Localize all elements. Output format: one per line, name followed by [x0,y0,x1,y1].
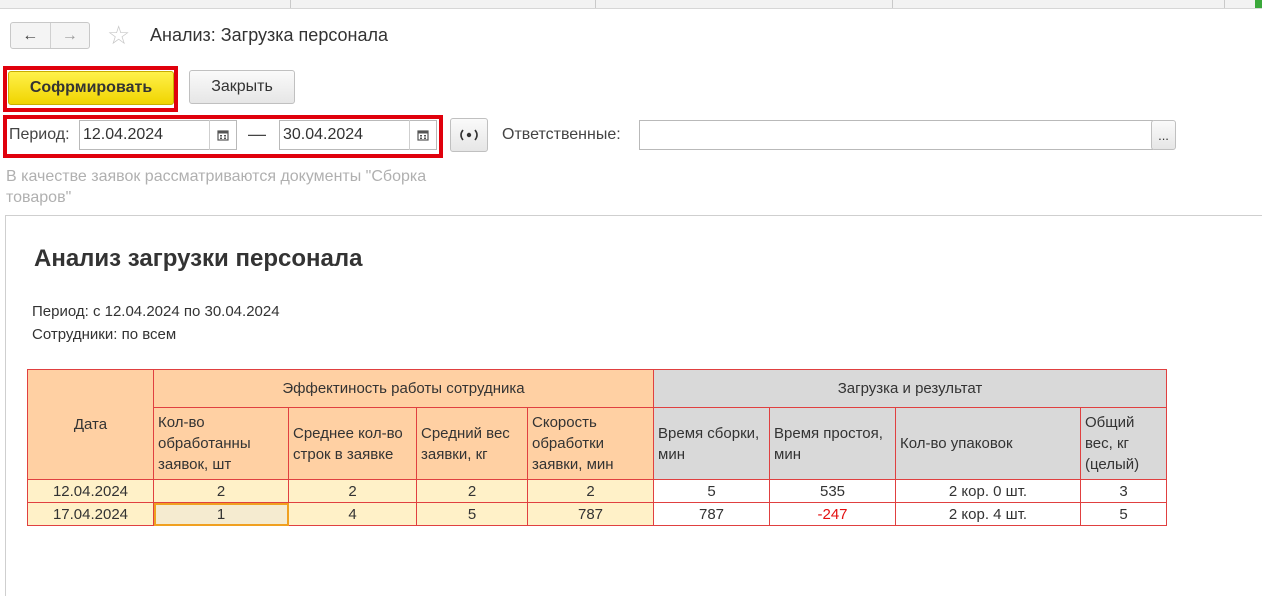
table-cell[interactable]: 535 [769,479,896,503]
window-title: Анализ: Загрузка персонала [150,25,389,45]
tab-indicator [1255,0,1262,8]
responsible-choose-button[interactable]: ... [1151,120,1176,150]
date-from-field[interactable]: 12.04.2024 [79,120,237,150]
table-cell[interactable]: 5 [1080,502,1167,526]
period-select-icon [460,129,478,141]
table-cell[interactable]: 2 кор. 0 шт. [895,479,1081,503]
table-row: 17.04.2024 1 4 5 787 787 -247 2 кор. 4 ш… [27,502,1167,526]
history-navigation: ← → [10,22,90,49]
responsible-field[interactable] [639,120,1153,150]
table-cell[interactable]: 787 [653,502,770,526]
column-header: Средний вес заявки, кг [416,407,528,480]
column-header: Общий вес, кг (целый) [1080,407,1167,480]
favorite-star-icon[interactable]: ☆ [107,20,130,50]
date-header: Дата [27,369,154,480]
responsible-label: Ответственные: [502,126,621,143]
report-table: Дата Эффектиность работы сотрудника Загр… [27,369,1167,526]
table-cell[interactable]: 2 [153,479,289,503]
table-cell[interactable]: 4 [288,502,417,526]
period-label: Период: [9,126,70,143]
column-header: Время сборки, мин [653,407,770,480]
close-button[interactable]: Закрыть [189,70,295,104]
table-cell[interactable]: 5 [416,502,528,526]
period-dash: — [248,124,266,144]
date-to-field[interactable]: 30.04.2024 [279,120,437,150]
date-to-value: 30.04.2024 [283,126,364,143]
date-cell[interactable]: 17.04.2024 [27,502,154,526]
date-cell[interactable]: 12.04.2024 [27,479,154,503]
table-cell[interactable]: 2 [416,479,528,503]
column-header: Скорость обработки заявки, мин [527,407,654,480]
table-cell[interactable]: 787 [527,502,654,526]
forward-arrow-icon[interactable]: → [49,23,90,48]
tab-separator [892,0,893,8]
column-header: Время простоя, мин [769,407,896,480]
table-cell[interactable]: 5 [653,479,770,503]
table-cell[interactable]: 3 [1080,479,1167,503]
negative-value-cell[interactable]: -247 [769,502,896,526]
table-cell[interactable]: 2 кор. 4 шт. [895,502,1081,526]
tab-separator [290,0,291,8]
calendar-icon[interactable] [409,120,436,150]
calendar-icon[interactable] [209,120,236,150]
tab-separator [595,0,596,8]
report-title: Анализ загрузки персонала [34,245,363,272]
generate-button[interactable]: Софрмировать [8,71,174,105]
report-employees-line: Сотрудники: по всем [32,326,177,343]
table-row: 12.04.2024 2 2 2 2 5 535 2 кор. 0 шт. 3 [27,479,1167,503]
period-settings-button[interactable] [450,118,488,152]
info-note: В качестве заявок рассматриваются докуме… [6,168,427,206]
table-cell[interactable]: 2 [288,479,417,503]
back-arrow-icon[interactable]: ← [11,23,50,48]
selected-cell[interactable]: 1 [153,502,289,526]
tab-separator [1224,0,1225,8]
date-from-value: 12.04.2024 [83,126,164,143]
column-header: Кол-во обработанны заявок, шт [153,407,289,480]
column-header: Кол-во упаковок [895,407,1081,480]
report-period-line: Период: с 12.04.2024 по 30.04.2024 [32,303,280,320]
efficiency-group-header: Эффектиность работы сотрудника [153,369,654,408]
window-tab-strip [0,0,1262,9]
column-header: Среднее кол-во строк в заявке [288,407,417,480]
table-cell[interactable]: 2 [527,479,654,503]
load-group-header: Загрузка и результат [653,369,1167,408]
